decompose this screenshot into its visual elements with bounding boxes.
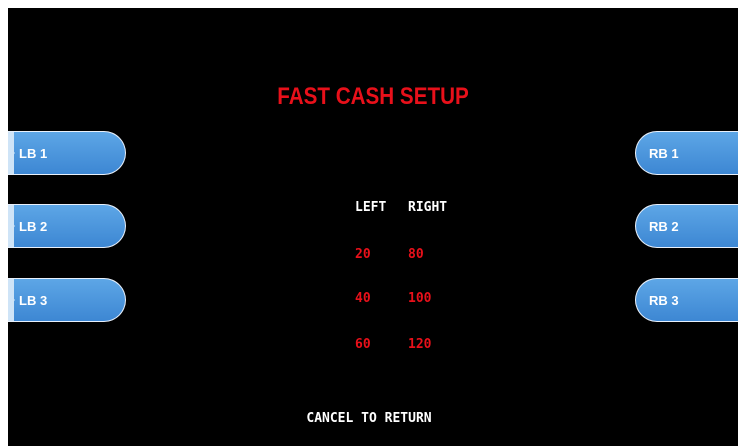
lb2-label: LB 2 (19, 218, 48, 234)
right-value: 120 (408, 337, 432, 352)
left-value: 40 (355, 291, 371, 306)
lb3-button[interactable]: LB 3 (8, 278, 126, 322)
rb2-button[interactable]: RB 2 (635, 204, 738, 248)
left-value: 60 (355, 337, 371, 352)
rb3-label: RB 3 (649, 292, 679, 308)
rb2-label: RB 2 (649, 218, 679, 234)
atm-screen: FAST CASH SETUP LB 1 LB 2 LB 3 RB 1 RB 2… (8, 8, 738, 446)
cancel-instruction: CANCEL TO RETURN (306, 411, 432, 426)
right-value: 80 (408, 247, 424, 262)
column-header-right: RIGHT (408, 200, 448, 215)
pointer-arrow-icon (8, 219, 15, 233)
page-title: FAST CASH SETUP (277, 83, 469, 110)
rb1-button[interactable]: RB 1 (635, 131, 738, 175)
right-value: 100 (408, 291, 432, 306)
lb1-button[interactable]: LB 1 (8, 131, 126, 175)
left-value: 20 (355, 247, 371, 262)
pointer-arrow-icon (8, 293, 15, 307)
lb3-label: LB 3 (19, 292, 48, 308)
lb1-label: LB 1 (19, 145, 48, 161)
lb2-button[interactable]: LB 2 (8, 204, 126, 248)
rb1-label: RB 1 (649, 145, 679, 161)
rb3-button[interactable]: RB 3 (635, 278, 738, 322)
pointer-arrow-icon (8, 146, 15, 160)
column-header-left: LEFT (355, 200, 387, 215)
